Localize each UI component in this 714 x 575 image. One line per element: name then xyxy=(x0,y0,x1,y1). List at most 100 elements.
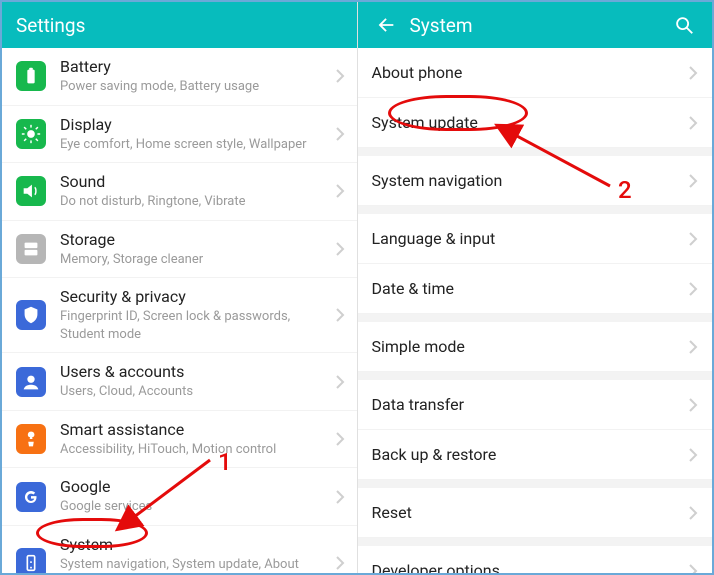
system-list[interactable]: About phone System update System navigatio… xyxy=(358,48,713,573)
chevron-right-icon xyxy=(335,242,345,256)
row-title: Storage xyxy=(60,230,329,250)
system-row[interactable]: Reset xyxy=(358,488,713,538)
row-subtitle: Eye comfort, Home screen style, Wallpape… xyxy=(60,136,329,154)
row-title: Users & accounts xyxy=(60,362,329,382)
back-arrow-icon xyxy=(375,14,397,36)
row-text: SystemSystem navigation, System update, … xyxy=(60,535,329,573)
battery-icon xyxy=(16,61,46,91)
chevron-right-icon xyxy=(335,184,345,198)
row-title: System xyxy=(60,535,329,555)
chevron-right-icon xyxy=(688,340,698,354)
row-title: Simple mode xyxy=(372,337,465,356)
row-title: Battery xyxy=(60,57,329,77)
row-subtitle: Users, Cloud, Accounts xyxy=(60,383,329,401)
section-divider xyxy=(358,538,713,546)
settings-row-battery[interactable]: BatteryPower saving mode, Battery usage xyxy=(2,48,357,106)
row-subtitle: Memory, Storage cleaner xyxy=(60,251,329,269)
section-divider xyxy=(358,314,713,322)
row-title: Smart assistance xyxy=(60,420,329,440)
row-title: Reset xyxy=(372,503,412,522)
section-divider xyxy=(358,480,713,488)
row-title: Security & privacy xyxy=(60,287,329,307)
system-row[interactable]: Data transfer xyxy=(358,380,713,430)
settings-row-security[interactable]: Security & privacyFingerprint ID, Screen… xyxy=(2,278,357,353)
system-icon xyxy=(16,548,46,573)
back-button[interactable] xyxy=(372,11,400,39)
settings-list[interactable]: BatteryPower saving mode, Battery usage D… xyxy=(2,48,357,573)
system-title: System xyxy=(410,14,473,37)
settings-row-sound[interactable]: SoundDo not disturb, Ringtone, Vibrate xyxy=(2,163,357,221)
row-title: Back up & restore xyxy=(372,445,497,464)
row-title: Date & time xyxy=(372,279,454,298)
system-row[interactable]: Language & input xyxy=(358,214,713,264)
app-frame: Settings BatteryPower saving mode, Batte… xyxy=(0,0,714,575)
settings-title: Settings xyxy=(16,14,85,37)
chevron-right-icon xyxy=(335,308,345,322)
row-subtitle: Power saving mode, Battery usage xyxy=(60,78,329,96)
chevron-right-icon xyxy=(335,556,345,570)
row-title: Display xyxy=(60,115,329,135)
row-subtitle: Fingerprint ID, Screen lock & passwords,… xyxy=(60,308,329,343)
annotation-label-2: 2 xyxy=(618,176,632,204)
system-row[interactable]: About phone xyxy=(358,48,713,98)
settings-row-google[interactable]: GoogleGoogle services xyxy=(2,468,357,526)
system-row[interactable]: Developer options xyxy=(358,546,713,573)
chevron-right-icon xyxy=(335,432,345,446)
settings-row-system[interactable]: SystemSystem navigation, System update, … xyxy=(2,526,357,573)
system-row[interactable]: System update xyxy=(358,98,713,148)
display-icon xyxy=(16,119,46,149)
chevron-right-icon xyxy=(688,448,698,462)
row-title: About phone xyxy=(372,63,463,82)
google-icon xyxy=(16,482,46,512)
row-title: Google xyxy=(60,477,329,497)
row-subtitle: Google services xyxy=(60,498,329,516)
system-row[interactable]: System navigation xyxy=(358,156,713,206)
row-text: Users & accountsUsers, Cloud, Accounts xyxy=(60,362,329,401)
chevron-right-icon xyxy=(688,564,698,574)
row-text: Security & privacyFingerprint ID, Screen… xyxy=(60,287,329,343)
row-title: Developer options xyxy=(372,561,500,573)
chevron-right-icon xyxy=(688,398,698,412)
search-icon xyxy=(673,14,695,36)
chevron-right-icon xyxy=(335,375,345,389)
settings-row-smart[interactable]: Smart assistanceAccessibility, HiTouch, … xyxy=(2,411,357,469)
row-title: System navigation xyxy=(372,171,503,190)
row-text: DisplayEye comfort, Home screen style, W… xyxy=(60,115,329,154)
row-text: BatteryPower saving mode, Battery usage xyxy=(60,57,329,96)
system-row[interactable]: Simple mode xyxy=(358,322,713,372)
chevron-right-icon xyxy=(688,232,698,246)
storage-icon xyxy=(16,234,46,264)
system-header: System xyxy=(358,2,713,48)
security-icon xyxy=(16,300,46,330)
settings-row-display[interactable]: DisplayEye comfort, Home screen style, W… xyxy=(2,106,357,164)
smart-icon xyxy=(16,424,46,454)
chevron-right-icon xyxy=(688,116,698,130)
system-row[interactable]: Back up & restore xyxy=(358,430,713,480)
section-divider xyxy=(358,372,713,380)
section-divider xyxy=(358,148,713,156)
chevron-right-icon xyxy=(688,174,698,188)
search-button[interactable] xyxy=(670,11,698,39)
row-text: GoogleGoogle services xyxy=(60,477,329,516)
system-row[interactable]: Date & time xyxy=(358,264,713,314)
chevron-right-icon xyxy=(335,490,345,504)
chevron-right-icon xyxy=(335,69,345,83)
annotation-label-1: 1 xyxy=(218,448,232,476)
settings-row-storage[interactable]: StorageMemory, Storage cleaner xyxy=(2,221,357,279)
row-title: Sound xyxy=(60,172,329,192)
row-subtitle: System navigation, System update, About … xyxy=(60,556,329,573)
row-text: SoundDo not disturb, Ringtone, Vibrate xyxy=(60,172,329,211)
settings-header: Settings xyxy=(2,2,357,48)
chevron-right-icon xyxy=(335,127,345,141)
users-icon xyxy=(16,367,46,397)
settings-pane: Settings BatteryPower saving mode, Batte… xyxy=(2,2,358,573)
row-text: Smart assistanceAccessibility, HiTouch, … xyxy=(60,420,329,459)
chevron-right-icon xyxy=(688,282,698,296)
row-text: StorageMemory, Storage cleaner xyxy=(60,230,329,269)
sound-icon xyxy=(16,176,46,206)
chevron-right-icon xyxy=(688,506,698,520)
settings-row-users[interactable]: Users & accountsUsers, Cloud, Accounts xyxy=(2,353,357,411)
row-title: Language & input xyxy=(372,229,496,248)
row-subtitle: Accessibility, HiTouch, Motion control xyxy=(60,441,329,459)
section-divider xyxy=(358,206,713,214)
